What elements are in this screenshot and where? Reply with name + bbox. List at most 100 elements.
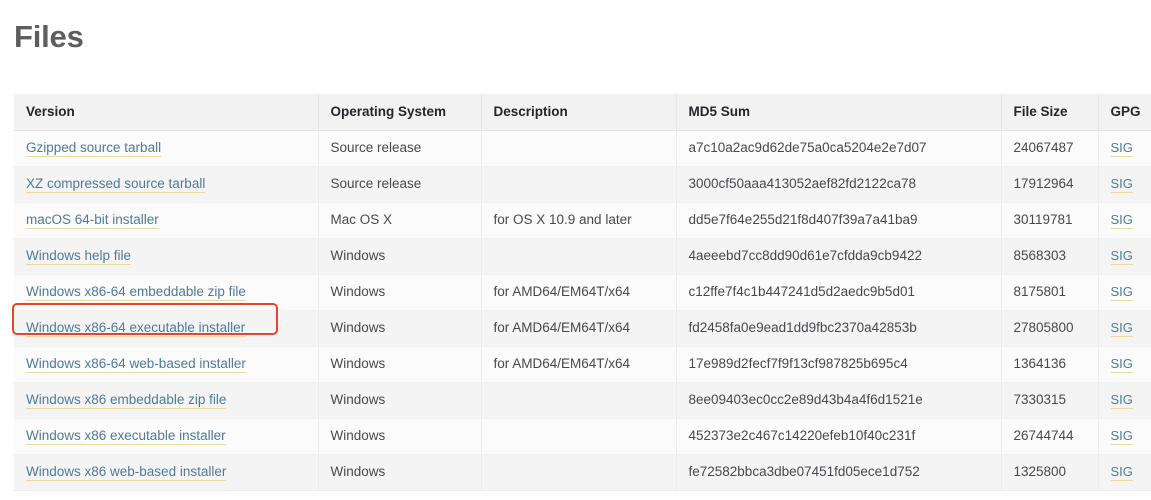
cell-description: for AMD64/EM64T/x64: [481, 274, 677, 311]
column-header-version: Version: [14, 94, 319, 131]
table-row: Windows x86 embeddable zip file Windows 8e…: [14, 382, 1151, 419]
table-header-row: Version Operating System Description MD5…: [14, 94, 1151, 131]
cell-description: for OS X 10.9 and later: [481, 202, 677, 239]
cell-operating-system: Windows: [318, 310, 482, 347]
column-header-size: File Size: [1001, 94, 1099, 131]
cell-file-size: 30119781: [1001, 202, 1099, 239]
file-download-link[interactable]: Windows x86 executable installer: [26, 428, 226, 445]
column-header-description: Description: [481, 94, 677, 131]
cell-file-size: 26744744: [1001, 418, 1099, 455]
cell-gpg: SIG: [1098, 166, 1151, 203]
table-row: macOS 64-bit installer Mac OS Xfor OS X 1…: [14, 202, 1151, 239]
cell-file-size: 1364136: [1001, 346, 1099, 383]
cell-md5-sum: fe72582bbca3dbe07451fd05ece1d752: [676, 454, 1002, 491]
cell-gpg: SIG: [1098, 130, 1151, 167]
cell-gpg: SIG: [1098, 274, 1151, 311]
cell-operating-system: Mac OS X: [318, 202, 482, 239]
cell-operating-system: Source release: [318, 166, 482, 203]
table-row: XZ compressed source tarball Source relea…: [14, 166, 1151, 203]
files-table: Version Operating System Description MD5…: [14, 94, 1151, 491]
files-table-container: Version Operating System Description MD5…: [14, 94, 1151, 491]
table-row: Windows x86-64 web-based installer Window…: [14, 346, 1151, 383]
gpg-signature-link[interactable]: SIG: [1110, 284, 1133, 301]
cell-gpg: SIG: [1098, 454, 1151, 491]
cell-operating-system: Windows: [318, 274, 482, 311]
cell-file-size: 7330315: [1001, 382, 1099, 419]
table-row: Windows x86 web-based installer Windows fe…: [14, 454, 1151, 491]
cell-file-size: 8568303: [1001, 238, 1099, 275]
file-download-link[interactable]: Windows x86-64 web-based installer: [26, 356, 246, 373]
cell-description: [481, 238, 677, 275]
cell-version: Windows x86-64 web-based installer: [14, 346, 319, 383]
file-download-link[interactable]: Windows x86 web-based installer: [26, 464, 227, 481]
file-download-link[interactable]: macOS 64-bit installer: [26, 212, 159, 229]
table-row: Windows x86-64 executable installer Windo…: [14, 310, 1151, 347]
cell-md5-sum: 17e989d2fecf7f9f13cf987825b695c4: [676, 346, 1002, 383]
cell-operating-system: Source release: [318, 130, 482, 167]
cell-description: [481, 382, 677, 419]
cell-version: Windows x86-64 executable installer: [14, 310, 319, 347]
cell-version: Gzipped source tarball: [14, 130, 319, 167]
table-body: Gzipped source tarball Source release a7c1…: [14, 130, 1151, 491]
table-row: Windows x86-64 embeddable zip file Window…: [14, 274, 1151, 311]
cell-gpg: SIG: [1098, 238, 1151, 275]
column-header-md5: MD5 Sum: [676, 94, 1002, 131]
cell-md5-sum: c12ffe7f4c1b447241d5d2aedc9b5d01: [676, 274, 1002, 311]
cell-gpg: SIG: [1098, 346, 1151, 383]
table-header: Version Operating System Description MD5…: [14, 94, 1151, 131]
cell-md5-sum: 3000cf50aaa413052aef82fd2122ca78: [676, 166, 1002, 203]
cell-file-size: 17912964: [1001, 166, 1099, 203]
cell-gpg: SIG: [1098, 418, 1151, 455]
cell-file-size: 1325800: [1001, 454, 1099, 491]
cell-operating-system: Windows: [318, 454, 482, 491]
cell-version: Windows x86-64 embeddable zip file: [14, 274, 319, 311]
table-row: Gzipped source tarball Source release a7c1…: [14, 130, 1151, 167]
gpg-signature-link[interactable]: SIG: [1110, 212, 1133, 229]
cell-description: [481, 130, 677, 167]
cell-file-size: 27805800: [1001, 310, 1099, 347]
cell-version: macOS 64-bit installer: [14, 202, 319, 239]
column-header-os: Operating System: [318, 94, 482, 131]
cell-operating-system: Windows: [318, 346, 482, 383]
gpg-signature-link[interactable]: SIG: [1110, 428, 1133, 445]
cell-version: XZ compressed source tarball: [14, 166, 319, 203]
cell-gpg: SIG: [1098, 382, 1151, 419]
file-download-link[interactable]: Windows help file: [26, 248, 132, 265]
column-header-gpg: GPG: [1098, 94, 1151, 131]
gpg-signature-link[interactable]: SIG: [1110, 320, 1133, 337]
gpg-signature-link[interactable]: SIG: [1110, 356, 1133, 373]
cell-version: Windows x86 embeddable zip file: [14, 382, 319, 419]
file-download-link[interactable]: Windows x86-64 embeddable zip file: [26, 284, 246, 301]
cell-md5-sum: 452373e2c467c14220efeb10f40c231f: [676, 418, 1002, 455]
cell-description: for AMD64/EM64T/x64: [481, 346, 677, 383]
cell-description: [481, 166, 677, 203]
cell-md5-sum: 8ee09403ec0cc2e89d43b4a4f6d1521e: [676, 382, 1002, 419]
cell-operating-system: Windows: [318, 418, 482, 455]
cell-operating-system: Windows: [318, 238, 482, 275]
files-page: Files Version Operating System Descripti…: [0, 0, 1151, 500]
gpg-signature-link[interactable]: SIG: [1110, 248, 1133, 265]
table-row: Windows x86 executable installer Windows 4…: [14, 418, 1151, 455]
cell-md5-sum: 4aeeebd7cc8dd90d61e7cfdda9cb9422: [676, 238, 1002, 275]
cell-operating-system: Windows: [318, 382, 482, 419]
cell-description: for AMD64/EM64T/x64: [481, 310, 677, 347]
cell-md5-sum: fd2458fa0e9ead1dd9fbc2370a42853b: [676, 310, 1002, 347]
cell-gpg: SIG: [1098, 202, 1151, 239]
page-title: Files: [14, 19, 84, 54]
cell-md5-sum: a7c10a2ac9d62de75a0ca5204e2e7d07: [676, 130, 1002, 167]
file-download-link[interactable]: Gzipped source tarball: [26, 140, 162, 157]
file-download-link[interactable]: Windows x86 embeddable zip file: [26, 392, 227, 409]
cell-file-size: 8175801: [1001, 274, 1099, 311]
cell-gpg: SIG: [1098, 310, 1151, 347]
cell-version: Windows help file: [14, 238, 319, 275]
gpg-signature-link[interactable]: SIG: [1110, 464, 1133, 481]
cell-version: Windows x86 web-based installer: [14, 454, 319, 491]
table-row: Windows help file Windows 4aeeebd7cc8dd90d…: [14, 238, 1151, 275]
gpg-signature-link[interactable]: SIG: [1110, 392, 1133, 409]
file-download-link[interactable]: Windows x86-64 executable installer: [26, 320, 246, 337]
cell-md5-sum: dd5e7f64e255d21f8d407f39a7a41ba9: [676, 202, 1002, 239]
gpg-signature-link[interactable]: SIG: [1110, 140, 1133, 157]
file-download-link[interactable]: XZ compressed source tarball: [26, 176, 206, 193]
gpg-signature-link[interactable]: SIG: [1110, 176, 1133, 193]
cell-version: Windows x86 executable installer: [14, 418, 319, 455]
